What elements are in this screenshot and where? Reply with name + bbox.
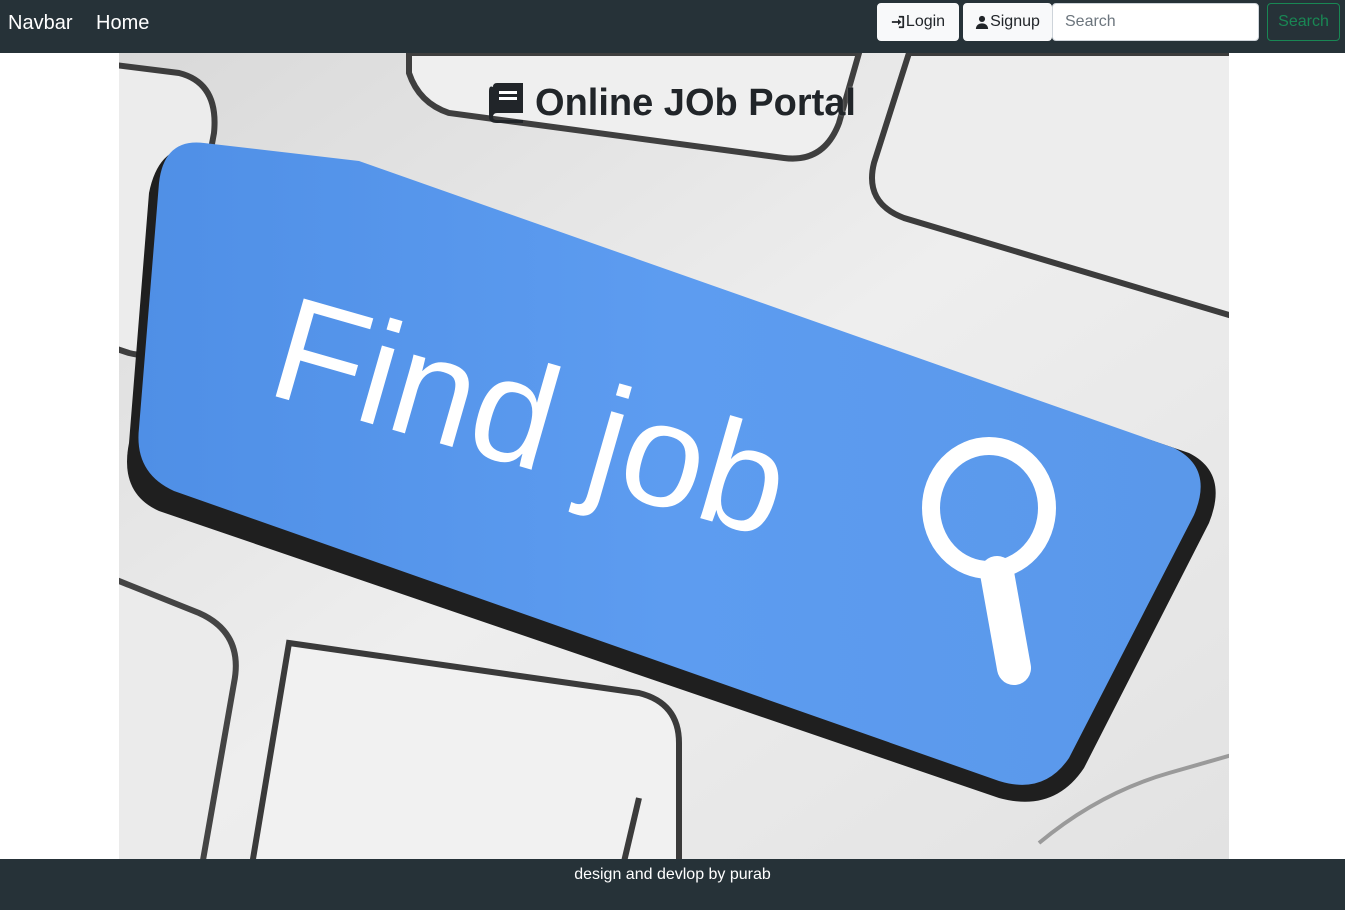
- signup-button[interactable]: Signup: [963, 3, 1052, 41]
- keyboard-image: Find job: [119, 53, 1229, 859]
- search-button[interactable]: Search: [1267, 3, 1340, 41]
- page-title: Online JOb Portal: [0, 80, 1345, 126]
- login-button[interactable]: Login: [877, 3, 959, 41]
- page-title-text: Online JOb Portal: [535, 82, 856, 124]
- nav-home-link[interactable]: Home: [96, 10, 149, 36]
- search-input[interactable]: [1052, 3, 1259, 41]
- sign-in-icon: [891, 15, 905, 29]
- user-icon: [975, 15, 989, 29]
- footer-text: design and devlop by purab: [574, 866, 771, 883]
- hero-image: Find job: [119, 53, 1229, 859]
- signup-label: Signup: [990, 13, 1040, 30]
- login-label: Login: [905, 13, 946, 30]
- navbar: Navbar Home Login Signup Search: [0, 0, 1345, 53]
- footer: design and devlop by purab: [0, 859, 1345, 910]
- book-icon: [489, 83, 524, 123]
- navbar-brand[interactable]: Navbar: [8, 10, 72, 36]
